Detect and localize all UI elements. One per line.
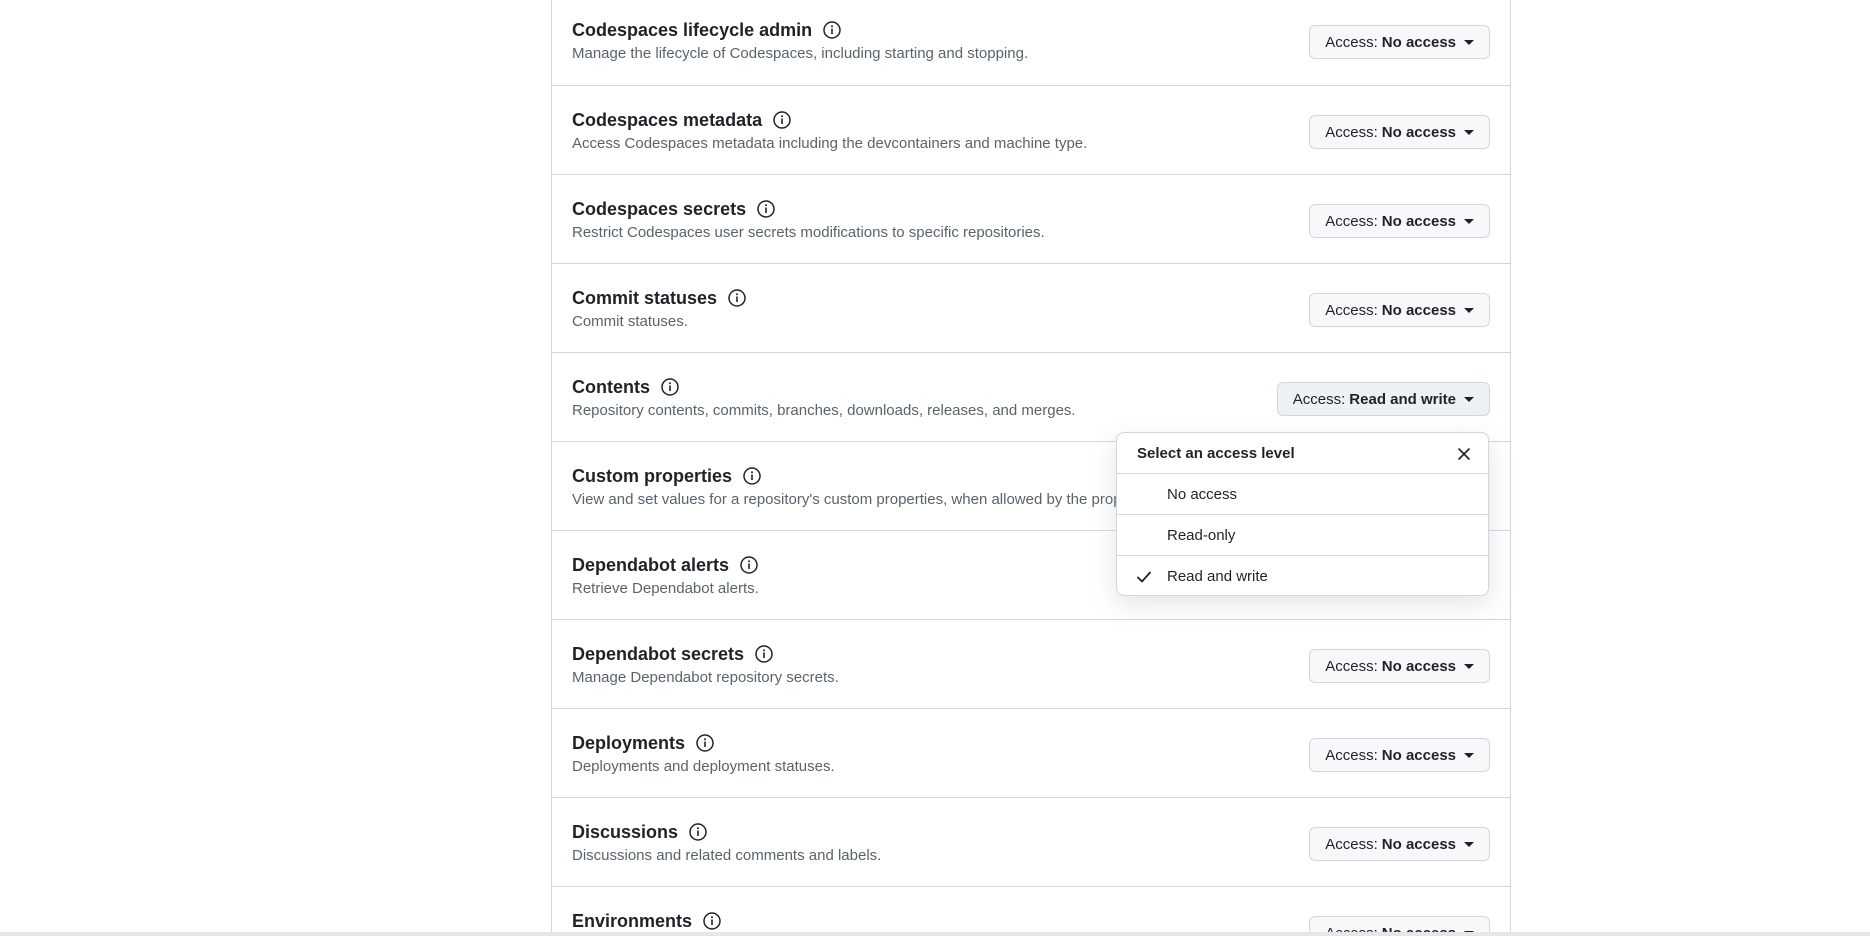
info-icon[interactable] [753, 643, 775, 665]
menu-item-label: No access [1167, 485, 1238, 503]
check-icon [1117, 568, 1167, 586]
access-label: Access: [1325, 835, 1378, 853]
permission-title: Discussions [572, 821, 679, 842]
info-icon[interactable] [687, 821, 709, 843]
permission-row-deployments: Deployments Deployments and deployment s… [552, 708, 1510, 797]
permission-row-codespaces-lifecycle-admin: Codespaces lifecycle admin Manage the li… [552, 0, 1510, 85]
permission-row-codespaces-secrets: Codespaces secrets Restrict Codespaces u… [552, 174, 1510, 263]
access-value: No access [1381, 657, 1456, 675]
permission-title: Contents [572, 376, 650, 397]
permission-title: Codespaces metadata [572, 109, 763, 130]
access-label: Access: [1325, 33, 1378, 51]
caret-down-icon [1464, 307, 1474, 313]
permission-title: Dependabot alerts [572, 554, 730, 575]
caret-down-icon [1464, 841, 1474, 847]
caret-down-icon [1464, 396, 1474, 402]
page-viewport: Codespaces lifecycle admin Manage the li… [0, 0, 1870, 936]
caret-down-icon [1464, 218, 1474, 224]
access-label: Access: [1325, 123, 1378, 141]
access-level-button[interactable]: Access: No access [1309, 115, 1490, 149]
access-level-button[interactable]: Access: No access [1309, 649, 1490, 683]
access-level-button[interactable]: Access: No access [1309, 827, 1490, 861]
caret-down-icon [1464, 663, 1474, 669]
access-value: No access [1381, 212, 1456, 230]
menu-item-read-only[interactable]: Read-only [1117, 515, 1488, 556]
info-icon[interactable] [755, 198, 777, 220]
access-value: No access [1381, 835, 1456, 853]
menu-item-read-and-write[interactable]: Read and write [1117, 556, 1488, 595]
permission-row-codespaces-metadata: Codespaces metadata Access Codespaces me… [552, 85, 1510, 174]
access-value: No access [1381, 33, 1456, 51]
permission-row-dependabot-secrets: Dependabot secrets Manage Dependabot rep… [552, 619, 1510, 708]
permission-title: Environments [572, 910, 693, 931]
permission-title: Commit statuses [572, 287, 718, 308]
permission-title: Custom properties [572, 465, 733, 486]
info-icon[interactable] [738, 554, 760, 576]
access-level-menu: Select an access level No access Read-on… [1116, 432, 1489, 596]
permission-title: Codespaces secrets [572, 198, 747, 219]
access-level-button[interactable]: Access: No access [1309, 204, 1490, 238]
permission-title: Dependabot secrets [572, 643, 745, 664]
horizontal-scrollbar[interactable] [0, 932, 1870, 936]
access-label: Access: [1325, 301, 1378, 319]
menu-item-no-access[interactable]: No access [1117, 474, 1488, 515]
info-icon[interactable] [821, 19, 843, 41]
info-icon[interactable] [701, 910, 723, 932]
access-value: No access [1381, 123, 1456, 141]
info-icon[interactable] [726, 287, 748, 309]
menu-item-label: Read-only [1167, 526, 1236, 544]
caret-down-icon [1464, 39, 1474, 45]
access-value: No access [1381, 746, 1456, 764]
access-label: Access: [1325, 657, 1378, 675]
info-icon[interactable] [771, 109, 793, 131]
caret-down-icon [1464, 129, 1474, 135]
permission-title: Codespaces lifecycle admin [572, 19, 813, 40]
menu-title: Select an access level [1137, 444, 1295, 462]
menu-item-label: Read and write [1167, 568, 1268, 585]
close-icon[interactable] [1454, 444, 1474, 464]
access-level-button[interactable]: Access: Read and write [1276, 382, 1490, 416]
info-icon[interactable] [741, 465, 763, 487]
access-level-button[interactable]: Access: No access [1309, 738, 1490, 772]
permission-row-commit-statuses: Commit statuses Commit statuses. Access:… [552, 263, 1510, 352]
access-label: Access: [1325, 212, 1378, 230]
permission-row-contents: Contents Repository contents, commits, b… [552, 352, 1510, 441]
caret-down-icon [1464, 752, 1474, 758]
access-label: Access: [1325, 746, 1378, 764]
access-level-button[interactable]: Access: No access [1309, 293, 1490, 327]
permission-row-discussions: Discussions Discussions and related comm… [552, 797, 1510, 886]
permission-title: Deployments [572, 732, 686, 753]
menu-header: Select an access level [1117, 433, 1488, 474]
info-icon[interactable] [694, 732, 716, 754]
info-icon[interactable] [659, 376, 681, 398]
access-level-button[interactable]: Access: No access [1309, 25, 1490, 59]
access-value: Read and write [1349, 390, 1456, 408]
permission-row-environments: Environments Access: No access [552, 886, 1510, 936]
access-label: Access: [1292, 390, 1346, 408]
access-value: No access [1381, 301, 1456, 319]
